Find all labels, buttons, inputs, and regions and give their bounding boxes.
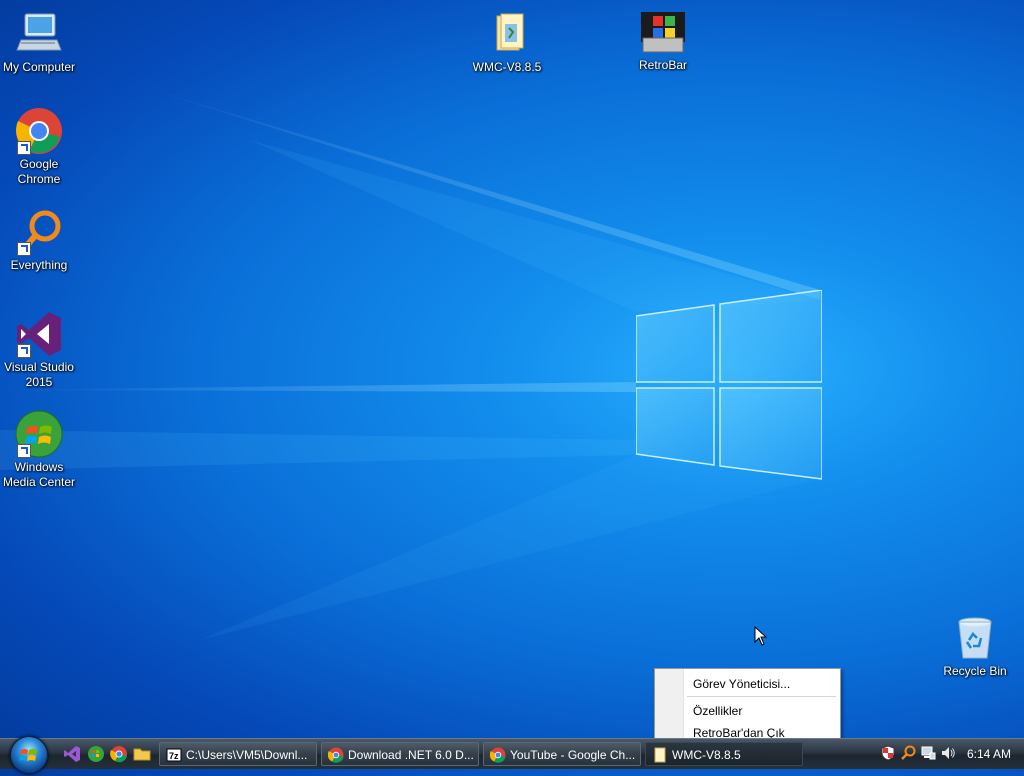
visual-studio-icon	[15, 310, 63, 358]
chrome-icon	[489, 747, 506, 763]
menu-item-task-manager[interactable]: Görev Yöneticisi...	[693, 677, 790, 691]
desktop-icon-retrobar[interactable]: RetroBar	[625, 8, 701, 73]
desktop-icon-label: WMC-V8.8.5	[472, 60, 542, 74]
everything-search-icon[interactable]	[900, 745, 916, 761]
taskbar-button-7zip[interactable]: 7z C:\Users\VM5\Downl...	[159, 742, 317, 766]
network-icon[interactable]	[920, 745, 936, 761]
quicklaunch-chrome[interactable]	[110, 745, 128, 763]
taskbar-button-chrome-youtube[interactable]: YouTube - Google Ch...	[483, 742, 641, 766]
windows-logo-wallpaper	[636, 290, 822, 480]
folder-icon	[483, 10, 531, 58]
security-shield-icon[interactable]	[880, 745, 896, 761]
desktop-icon-my-computer[interactable]: My Computer	[1, 10, 77, 75]
shortcut-arrow-icon	[17, 242, 31, 256]
svg-text:7z: 7z	[169, 751, 179, 761]
shortcut-arrow-icon	[17, 344, 31, 358]
windows-media-center-icon	[15, 410, 63, 458]
quicklaunch-file-explorer[interactable]	[133, 745, 151, 763]
menu-icon-gutter	[655, 669, 684, 746]
taskbar-button-chrome-dotnet[interactable]: Download .NET 6.0 D...	[321, 742, 479, 766]
taskbar-button-wmc-folder[interactable]: WMC-V8.8.5	[645, 742, 803, 766]
taskbar: 7z C:\Users\VM5\Downl... Download .NET 6…	[0, 736, 1024, 774]
7zip-icon: 7z	[166, 747, 182, 763]
taskbar-button-label: C:\Users\VM5\Downl...	[186, 748, 308, 762]
desktop-icon-visual-studio-2015[interactable]: Visual Studio 2015	[1, 310, 77, 390]
desktop-icon-label: My Computer	[2, 60, 76, 74]
chrome-icon	[327, 747, 344, 763]
taskbar-clock[interactable]: 6:14 AM	[960, 739, 1018, 769]
mouse-cursor-icon	[754, 626, 768, 646]
folder-icon	[652, 747, 668, 763]
wallpaper-light-beams	[0, 80, 822, 640]
everything-search-icon	[15, 208, 63, 256]
shortcut-arrow-icon	[17, 141, 31, 155]
retrobar-app-icon	[639, 8, 687, 56]
desktop-icon-label: RetroBar	[638, 58, 688, 72]
desktop-icon-label: Visual Studio 2015	[4, 360, 74, 389]
computer-icon	[15, 10, 63, 58]
desktop-icon-google-chrome[interactable]: Google Chrome	[1, 107, 77, 187]
start-button[interactable]	[6, 736, 50, 774]
desktop-icon-windows-media-center[interactable]: Windows Media Center	[1, 410, 77, 490]
taskbar-button-label: WMC-V8.8.5	[672, 748, 741, 762]
windows-orb-icon	[10, 736, 48, 774]
folder-icon	[133, 748, 151, 761]
system-tray	[878, 739, 958, 769]
shortcut-arrow-icon	[17, 444, 31, 458]
tray-context-menu: Görev Yöneticisi... Özellikler RetroBar'…	[654, 668, 841, 747]
desktop-icon-label: Google Chrome	[17, 157, 61, 186]
volume-icon[interactable]	[940, 745, 956, 761]
quicklaunch-visual-studio[interactable]	[63, 745, 81, 763]
quicklaunch-windows-media-center[interactable]	[87, 745, 105, 763]
menu-item-properties[interactable]: Özellikler	[693, 704, 742, 718]
recycle-bin-icon	[951, 614, 999, 662]
visual-studio-icon	[64, 746, 80, 762]
desktop-icon-everything[interactable]: Everything	[1, 208, 77, 273]
desktop-icon-label: Recycle Bin	[943, 664, 1007, 678]
menu-separator	[687, 696, 836, 697]
desktop-icon-label: Everything	[10, 258, 68, 272]
desktop-icon-recycle-bin[interactable]: Recycle Bin	[937, 614, 1013, 679]
windows-media-center-icon	[88, 746, 104, 762]
taskbar-button-label: Download .NET 6.0 D...	[348, 748, 474, 762]
desktop-icon-label: Windows Media Center	[2, 460, 76, 489]
desktop-icon-wmc-folder[interactable]: WMC-V8.8.5	[469, 10, 545, 75]
taskbar-button-label: YouTube - Google Ch...	[510, 748, 636, 762]
chrome-icon	[110, 746, 127, 763]
chrome-icon	[15, 107, 63, 155]
